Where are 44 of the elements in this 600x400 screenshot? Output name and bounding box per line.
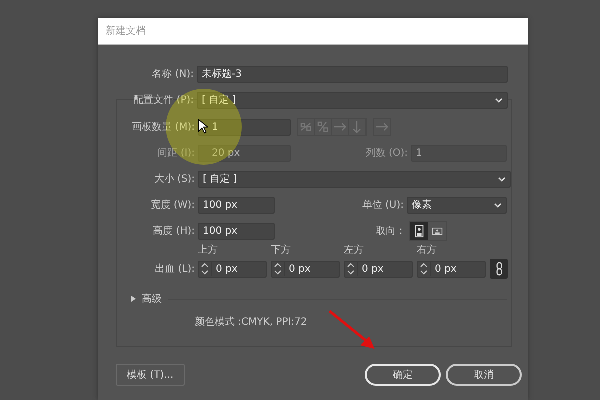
color-mode-text: 颜色模式 :CMYK, PPI:72 — [195, 316, 308, 330]
section-header[interactable]: 高级 — [142, 292, 162, 306]
spinner-icon[interactable] — [274, 262, 285, 276]
bleed-field[interactable]: 0 px — [198, 260, 267, 278]
chevron-icon — [495, 98, 503, 102]
name-field[interactable]: 未标题-3 — [197, 66, 508, 82]
spinner-icon[interactable] — [420, 262, 431, 276]
portrait-button[interactable] — [410, 222, 428, 240]
artboard-count-field[interactable]: 1 — [198, 118, 291, 136]
size-dropdown[interactable]: [ 自定 ] — [198, 170, 511, 188]
chevron-icon — [498, 176, 506, 182]
width-field[interactable]: 100 px — [198, 196, 275, 214]
field-label: 宽度 (W): — [150, 198, 196, 212]
spinner-icon[interactable] — [347, 262, 358, 276]
ok-button[interactable]: 确定 — [365, 364, 441, 386]
units-dropdown[interactable]: 像素 — [407, 196, 507, 214]
field-label: 单位 (U): — [362, 198, 405, 212]
bleed-side-label: 下方 — [271, 244, 292, 257]
bleed-side-label: 上方 — [198, 244, 219, 257]
bleed-field[interactable]: 0 px — [271, 260, 340, 278]
portrait-icon — [414, 224, 424, 238]
field-label: 画板数量 (M): — [131, 120, 196, 134]
window-title: 新建文档 — [106, 24, 146, 38]
bleed-side-label: 左方 — [344, 244, 365, 257]
field-label: 名称 (N): — [151, 68, 195, 81]
field-label: 大小 (S): — [153, 172, 196, 186]
bleed-side-label: 右方 — [417, 244, 438, 257]
field-label: 配置文件 (P): — [132, 94, 195, 107]
chain-link-icon — [496, 262, 502, 276]
expand-triangle-icon[interactable] — [131, 295, 136, 303]
field-label: 取向： — [376, 225, 407, 238]
cancel-button[interactable]: 取消 — [446, 364, 522, 386]
height-field[interactable]: 100 px — [198, 222, 275, 240]
cursor-icon — [198, 119, 208, 134]
chevron-icon — [494, 202, 502, 208]
spinner-icon[interactable] — [201, 262, 212, 276]
link-button[interactable] — [490, 259, 508, 279]
bleed-field[interactable]: 0 px — [344, 260, 413, 278]
field-label: 高度 (H): — [152, 224, 196, 238]
bleed-field[interactable]: 0 px — [417, 260, 486, 278]
field-label: 列数 (O): — [366, 147, 409, 160]
template-button[interactable]: 模板 (T)... — [116, 364, 185, 386]
field-label: 出血 (L): — [154, 262, 196, 276]
profile-dropdown[interactable]: [ 自定 ] — [197, 92, 508, 108]
